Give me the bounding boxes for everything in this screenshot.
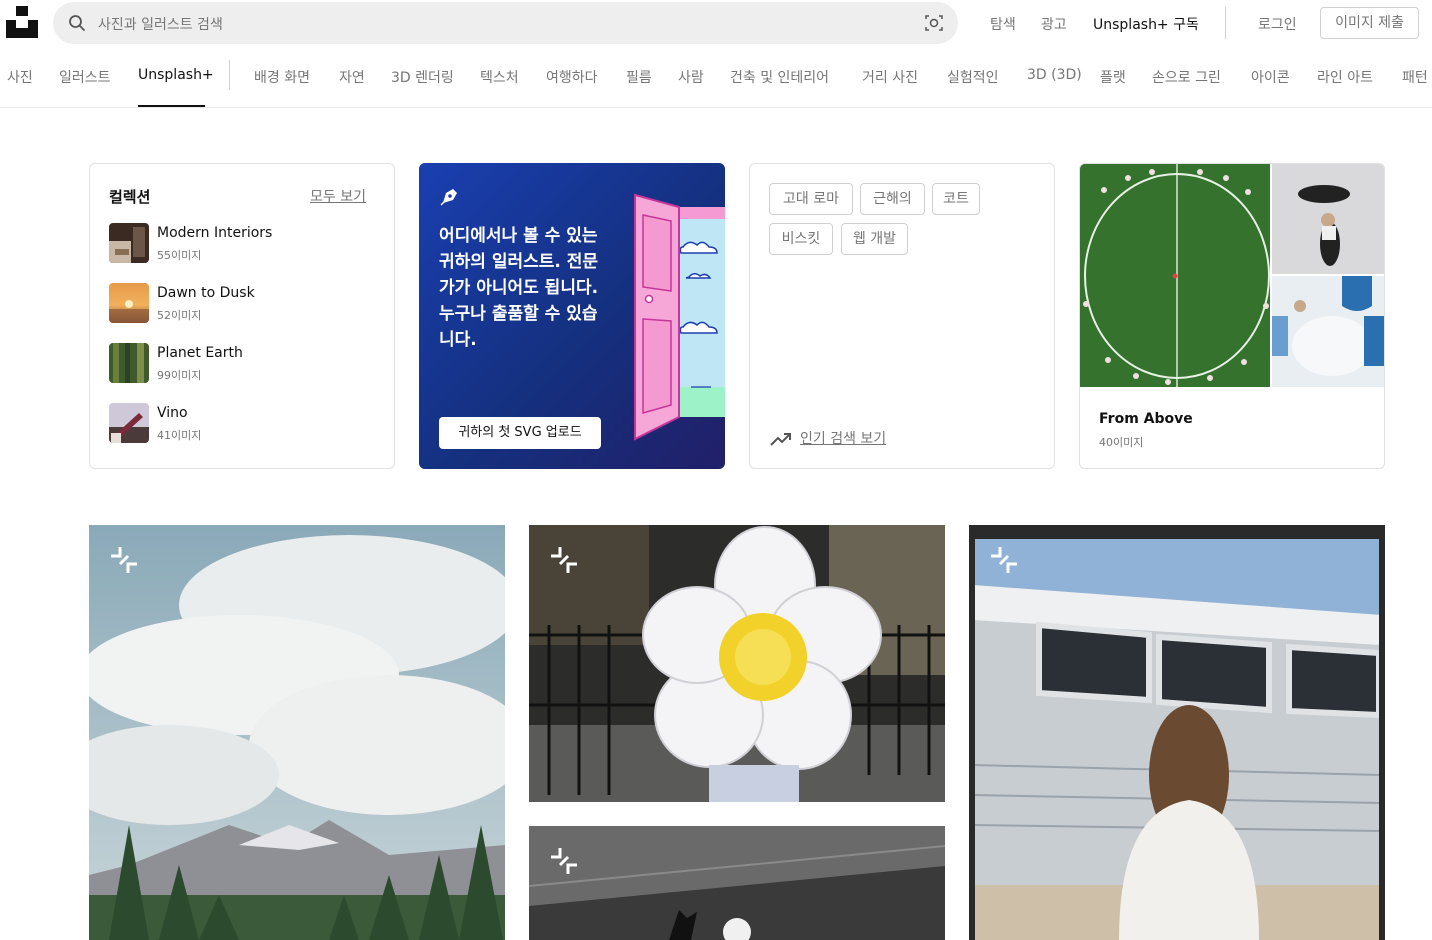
nav-divider: [1225, 7, 1226, 39]
unsplash-logo-icon[interactable]: [6, 6, 38, 38]
collection-item[interactable]: Dawn to Dusk 52이미지: [109, 283, 369, 325]
featured-tertiary-image: [1272, 276, 1384, 387]
topic-hand-drawn[interactable]: 손으로 그린: [1152, 67, 1221, 87]
collection-item[interactable]: Planet Earth 99이미지: [109, 343, 369, 385]
collection-name: Vino: [157, 405, 188, 421]
upload-svg-button[interactable]: 귀하의 첫 SVG 업로드: [439, 417, 601, 449]
collection-thumbnail: [109, 343, 149, 383]
collection-name: Dawn to Dusk: [157, 285, 255, 301]
promo-text: 어디에서나 볼 수 있는 귀하의 일러스트. 전문가가 아니어도 됩니다. 누구…: [439, 226, 599, 350]
nav-advertise[interactable]: 광고: [1041, 14, 1067, 34]
category-bar: 사진 일러스트 Unsplash+ 배경 화면 자연 3D 렌더링 텍스처 여행…: [0, 54, 1432, 108]
search-icon[interactable]: [68, 14, 86, 32]
submit-image-button[interactable]: 이미지 제출: [1320, 7, 1419, 39]
category-divider: [229, 60, 230, 90]
collection-thumbnail: [109, 223, 149, 263]
topic-street[interactable]: 거리 사진: [862, 67, 918, 87]
topic-icons[interactable]: 아이콘: [1251, 67, 1290, 87]
collection-thumbnail: [109, 283, 149, 323]
collection-count: 41이미지: [157, 429, 202, 442]
trending-searches-card: 고대 로마 근해의 코트 비스킷 웹 개발 인기 검색 보기: [749, 163, 1055, 469]
trending-tag[interactable]: 고대 로마: [769, 183, 853, 215]
photo-image: [529, 826, 945, 940]
collection-name: Planet Earth: [157, 345, 243, 361]
photo-woman-bus[interactable]: [969, 525, 1385, 940]
unsplash-plus-icon: [551, 547, 577, 573]
trending-tag[interactable]: 근해의: [860, 183, 925, 215]
collection-name: Modern Interiors: [157, 225, 273, 241]
featured-collection-title: From Above: [1099, 411, 1193, 427]
topic-nature[interactable]: 자연: [339, 67, 365, 87]
trending-tag[interactable]: 코트: [932, 183, 980, 215]
nav-login[interactable]: 로그인: [1258, 14, 1297, 34]
topic-3d-renders[interactable]: 3D 렌더링: [391, 67, 454, 87]
door-illustration: [634, 193, 725, 441]
photo-flower-balloon[interactable]: [529, 525, 945, 802]
tab-unsplash-plus[interactable]: Unsplash+: [138, 67, 214, 83]
collection-thumbnail: [109, 403, 149, 443]
trending-up-icon: [770, 433, 791, 446]
unsplash-plus-icon: [111, 547, 137, 573]
collection-count: 99이미지: [157, 369, 202, 382]
topic-patterns[interactable]: 패턴: [1402, 67, 1428, 87]
featured-main-image: [1080, 164, 1270, 387]
trending-tag[interactable]: 웹 개발: [841, 223, 908, 255]
collection-item[interactable]: Vino 41이미지: [109, 403, 369, 445]
visual-search-icon[interactable]: [925, 14, 943, 32]
tab-photos[interactable]: 사진: [7, 67, 33, 87]
featured-collection-count: 40이미지: [1099, 436, 1144, 449]
photo-mountain-forest[interactable]: [89, 525, 505, 940]
svg-upload-promo-card: 어디에서나 볼 수 있는 귀하의 일러스트. 전문가가 아니어도 됩니다. 누구…: [419, 163, 725, 469]
pen-icon: [440, 189, 457, 206]
top-header: 사진과 일러스트 검색 탐색 광고 Unsplash+ 구독 로그인 이미지 제…: [0, 0, 1432, 46]
topic-film[interactable]: 필름: [626, 67, 652, 87]
trending-tag[interactable]: 비스킷: [769, 223, 833, 255]
topic-travel[interactable]: 여행하다: [546, 67, 598, 87]
photo-image: [969, 525, 1385, 940]
topic-textures[interactable]: 텍스처: [480, 67, 519, 87]
unsplash-plus-icon: [991, 547, 1017, 573]
topic-experimental[interactable]: 실험적인: [947, 67, 999, 87]
trending-link[interactable]: 인기 검색 보기: [770, 428, 886, 448]
active-tab-indicator: [138, 105, 205, 107]
featured-collection-card[interactable]: From Above 40이미지: [1079, 163, 1385, 469]
collection-item[interactable]: Modern Interiors 55이미지: [109, 223, 369, 265]
unsplash-plus-icon: [551, 848, 577, 874]
nav-explore[interactable]: 탐색: [990, 14, 1016, 34]
topic-architecture[interactable]: 건축 및 인테리어: [730, 67, 829, 87]
photo-image: [529, 525, 945, 802]
collection-count: 55이미지: [157, 249, 202, 262]
view-all-link[interactable]: 모두 보기: [310, 186, 366, 206]
trending-link-label[interactable]: 인기 검색 보기: [800, 431, 886, 447]
topic-flat[interactable]: 플랫: [1100, 67, 1126, 87]
photo-bw-street[interactable]: [529, 826, 945, 940]
tab-illustrations[interactable]: 일러스트: [59, 67, 111, 87]
photo-image: [89, 525, 505, 940]
collections-title: 컬렉션: [109, 188, 151, 206]
featured-secondary-image: [1272, 164, 1384, 274]
search-bar[interactable]: 사진과 일러스트 검색: [53, 2, 958, 44]
topic-line-art[interactable]: 라인 아트: [1317, 67, 1373, 87]
topic-wallpapers[interactable]: 배경 화면: [254, 67, 310, 87]
topic-3d[interactable]: 3D (3D): [1027, 67, 1082, 83]
collection-count: 52이미지: [157, 309, 202, 322]
nav-plus-subscribe[interactable]: Unsplash+ 구독: [1093, 14, 1199, 34]
topic-people[interactable]: 사람: [678, 67, 704, 87]
search-input[interactable]: 사진과 일러스트 검색: [98, 14, 223, 34]
collections-card: 컬렉션 모두 보기 Modern Interiors 55이미지 Dawn to…: [89, 163, 395, 469]
